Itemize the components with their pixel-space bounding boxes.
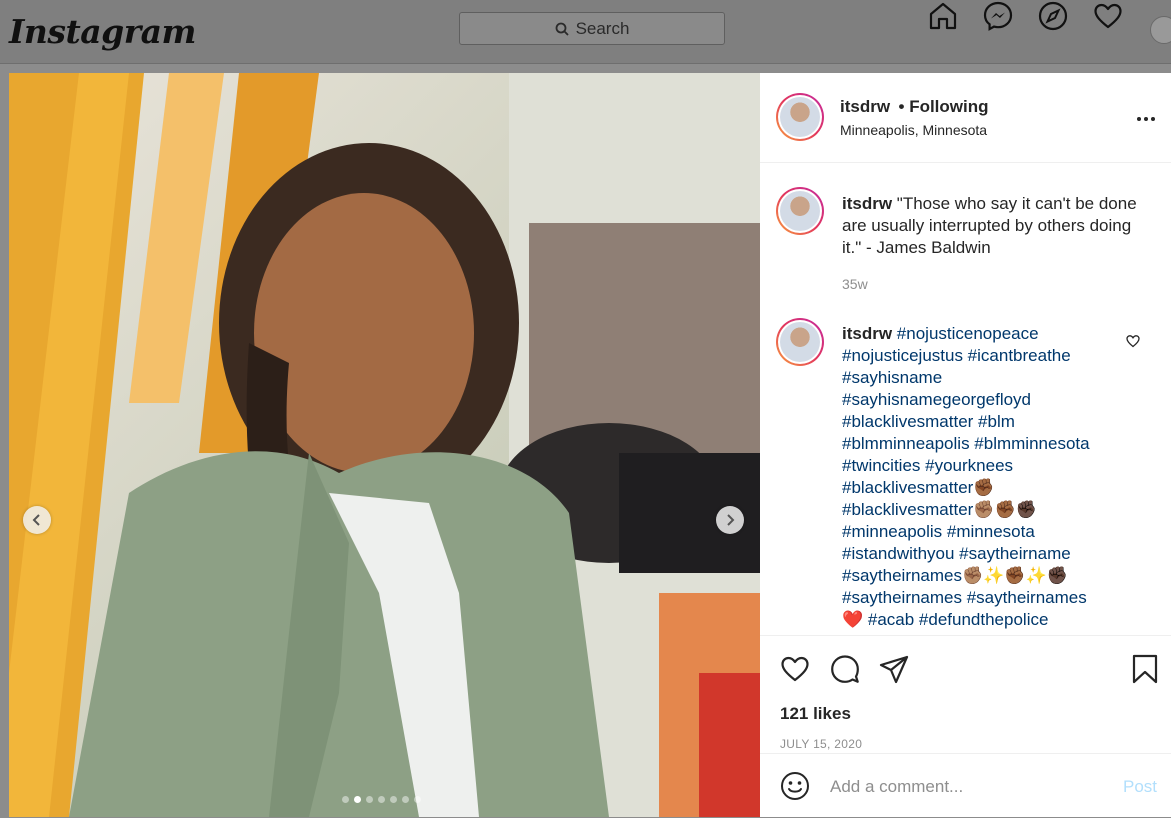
- emoji-icon[interactable]: [779, 770, 811, 802]
- share-icon[interactable]: [878, 653, 910, 685]
- search-icon: [555, 22, 569, 36]
- comment-icon[interactable]: [829, 653, 861, 685]
- comment-line[interactable]: #sayhisname: [842, 368, 942, 387]
- post-side-panel: itsdrw • Following Minneapolis, Minnesot…: [760, 73, 1171, 817]
- carousel-dot: [414, 796, 421, 803]
- chevron-right-icon: [727, 514, 735, 526]
- messenger-icon[interactable]: [982, 0, 1014, 32]
- caption-avatar[interactable]: [776, 187, 824, 235]
- post-location[interactable]: Minneapolis, Minnesota: [840, 122, 987, 138]
- comment-like-icon[interactable]: [1126, 334, 1140, 348]
- heart-icon[interactable]: [1092, 0, 1124, 32]
- comment-line[interactable]: ❤️ #acab #defundthepolice: [842, 610, 1048, 629]
- previous-slide-button[interactable]: [23, 506, 51, 534]
- carousel-dot: [342, 796, 349, 803]
- comment-line[interactable]: #istandwithyou #saytheirname: [842, 544, 1071, 563]
- more-options-icon[interactable]: [1137, 117, 1155, 121]
- comment-line[interactable]: #twincities #yourknees: [842, 456, 1013, 475]
- carousel-dot: [390, 796, 397, 803]
- photo-image: [9, 73, 760, 817]
- comment-input[interactable]: Add a comment...: [830, 777, 963, 797]
- comment-line[interactable]: #sayhisnamegeorgefloyd: [842, 390, 1031, 409]
- post-photo[interactable]: [9, 73, 760, 817]
- save-bookmark-icon[interactable]: [1129, 653, 1161, 685]
- instagram-logo[interactable]: Instagram: [9, 12, 196, 51]
- carousel-dot: [366, 796, 373, 803]
- post-header: itsdrw • Following Minneapolis, Minnesot…: [760, 73, 1171, 163]
- post-date[interactable]: JULY 15, 2020: [780, 737, 862, 751]
- comment-username[interactable]: itsdrw: [842, 324, 892, 343]
- comment-line[interactable]: #blacklivesmatter✊🏾: [842, 478, 995, 497]
- top-navigation-bar: Instagram Search: [0, 0, 1171, 64]
- following-status[interactable]: • Following: [899, 97, 989, 116]
- comment-line[interactable]: #blacklivesmatter #blm: [842, 412, 1015, 431]
- comment-line[interactable]: #minneapolis #minnesota: [842, 522, 1035, 541]
- author-username[interactable]: itsdrw: [840, 97, 890, 116]
- profile-avatar[interactable]: [1150, 16, 1171, 44]
- post-actions: 121 likes JULY 15, 2020: [760, 635, 1171, 754]
- chevron-left-icon: [32, 514, 40, 526]
- next-slide-button[interactable]: [716, 506, 744, 534]
- likes-count[interactable]: 121 likes: [780, 704, 851, 724]
- caption-age: 35w: [842, 276, 868, 292]
- author-avatar[interactable]: [776, 93, 824, 141]
- comments-section: itsdrw "Those who say it can't be done a…: [760, 163, 1171, 635]
- comment-line[interactable]: #blmminneapolis #blmminnesota: [842, 434, 1090, 453]
- caption: itsdrw "Those who say it can't be done a…: [842, 193, 1142, 259]
- carousel-dot: [402, 796, 409, 803]
- add-comment-bar: Add a comment... Post: [760, 753, 1171, 818]
- carousel-indicator: [342, 796, 421, 803]
- comment-avatar[interactable]: [776, 318, 824, 366]
- comment-line[interactable]: #nojusticejustus #icantbreathe: [842, 346, 1071, 365]
- like-icon[interactable]: [779, 653, 811, 685]
- comment-line[interactable]: #blacklivesmatter✊🏽✊🏾✊🏿: [842, 500, 1037, 519]
- carousel-dot: [378, 796, 385, 803]
- comment-line[interactable]: #saytheirnames✊🏽✨✊🏾✨✊🏿: [842, 566, 1068, 585]
- carousel-dot-active: [354, 796, 361, 803]
- comment-line[interactable]: #nojusticenopeace: [897, 324, 1039, 343]
- search-box[interactable]: Search: [459, 12, 725, 45]
- caption-username[interactable]: itsdrw: [842, 194, 892, 213]
- comment: itsdrw #nojusticenopeace #nojusticejustu…: [842, 323, 1142, 631]
- home-icon[interactable]: [927, 0, 959, 32]
- comment-line[interactable]: #saytheirnames #saytheirnames: [842, 588, 1087, 607]
- post-comment-button[interactable]: Post: [1123, 777, 1157, 797]
- explore-icon[interactable]: [1037, 0, 1069, 32]
- search-placeholder: Search: [575, 18, 630, 38]
